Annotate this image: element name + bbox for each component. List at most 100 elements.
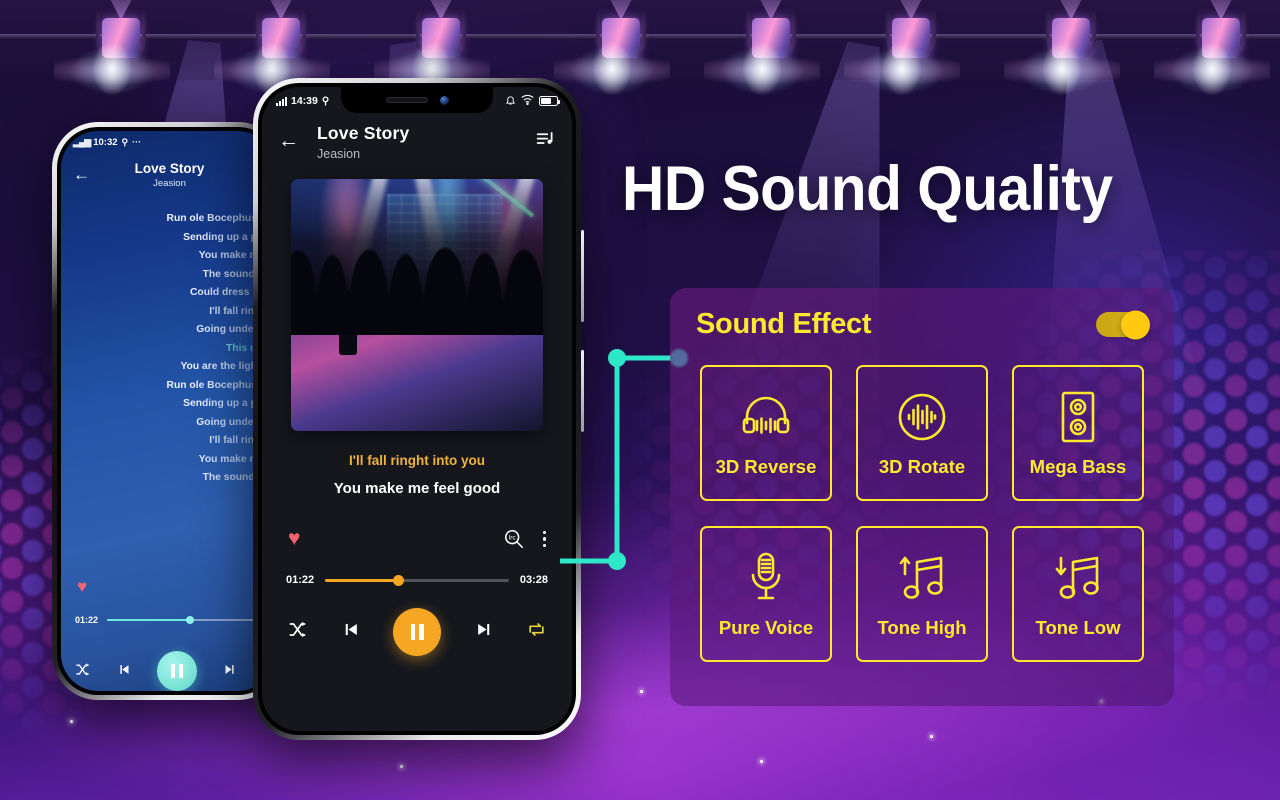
- sound-effect-panel: Sound Effect 3D Reverse 3D Rotate Mega Bas…: [670, 288, 1174, 706]
- sound-effect-label: 3D Rotate: [878, 456, 966, 477]
- secondary-progress[interactable]: 01:22: [75, 615, 275, 625]
- pause-icon[interactable]: [157, 651, 197, 691]
- elapsed-time: 01:22: [286, 574, 315, 586]
- connector-dot: [608, 349, 626, 367]
- shuffle-icon[interactable]: [75, 662, 90, 681]
- sound-effect-header: Sound Effect: [670, 288, 1174, 341]
- signal-bars-icon: [276, 96, 287, 106]
- music-note-down-icon: [1052, 549, 1104, 607]
- sound-effect-mega-bass[interactable]: Mega Bass: [1012, 365, 1144, 501]
- status-time: 14:39: [291, 95, 318, 107]
- progress-slider[interactable]: [325, 574, 509, 586]
- bell-icon: [505, 94, 516, 109]
- primary-progress[interactable]: 01:22 03:28: [262, 574, 572, 586]
- more-dots-icon: ···: [132, 137, 142, 147]
- heart-icon[interactable]: ♥: [77, 577, 87, 597]
- total-time: 03:28: [519, 574, 548, 586]
- sound-effect-toggle[interactable]: [1096, 310, 1150, 339]
- sound-effect-3d-reverse[interactable]: 3D Reverse: [700, 365, 832, 501]
- lyric-line: You make me feel good: [198, 250, 275, 261]
- lyric-line: Sending up a prayer to the: [183, 231, 275, 243]
- spotlight: [844, 0, 960, 122]
- spotlight: [1004, 0, 1120, 122]
- secondary-phone-screen: ▂▄▆ 10:32 ⚲ ··· ← Love Story Jeasion Run…: [61, 131, 275, 691]
- lyric-line: Could dress me up so go: [189, 287, 275, 298]
- lyrics-display[interactable]: I'll fall ringht into you You make me fe…: [262, 431, 572, 497]
- lyric-line: Going under cast a spel: [196, 416, 275, 428]
- lyric-line: Going under cast a spel: [196, 324, 275, 335]
- sound-effect-pure-voice[interactable]: Pure Voice: [700, 526, 832, 662]
- sound-effect-label: Mega Bass: [1029, 456, 1127, 477]
- song-artist: Jeasion: [317, 147, 361, 161]
- connector-dot: [608, 552, 626, 570]
- battery-icon: [539, 96, 560, 106]
- next-track-icon[interactable]: [475, 620, 494, 645]
- more-vertical-icon[interactable]: [542, 530, 546, 548]
- action-row: ♥ lrc: [262, 527, 572, 551]
- sparkle: [930, 735, 933, 738]
- headphones-waveform-icon: [738, 388, 794, 446]
- previous-track-icon[interactable]: [116, 662, 131, 681]
- shuffle-icon[interactable]: [288, 620, 307, 645]
- secondary-controls[interactable]: [61, 651, 275, 691]
- lyric-line: Run ole Bocephus through a j: [166, 213, 275, 224]
- progress-slider[interactable]: [107, 616, 275, 624]
- sparkle: [640, 690, 643, 693]
- lyric-line: I'll fall ringht into you: [209, 305, 275, 317]
- sound-effect-tone-low[interactable]: Tone Low: [1012, 526, 1144, 662]
- sound-effect-tone-high[interactable]: Tone High: [856, 526, 988, 662]
- sparkle: [70, 720, 73, 723]
- repeat-icon[interactable]: [527, 620, 546, 645]
- lyric-line: Run ole Bocephus through a j: [166, 379, 275, 391]
- lyric-line: The sound of my heart: [202, 268, 275, 280]
- primary-phone-mockup: 14:39 ⚲ ← Love Story Jeasion I'll fall r…: [253, 78, 584, 740]
- lyric-previous: I'll fall ringht into you: [349, 453, 485, 468]
- spotlight: [1154, 0, 1270, 122]
- usb-icon: ⚲: [321, 95, 330, 107]
- sound-effect-title: Sound Effect: [696, 308, 872, 340]
- back-arrow-icon[interactable]: ←: [278, 130, 299, 151]
- primary-controls[interactable]: [262, 608, 572, 656]
- art-crowd: [291, 179, 543, 336]
- wifi-icon: [521, 94, 534, 108]
- spotlight: [704, 0, 820, 122]
- album-art-container: [262, 161, 572, 431]
- lyric-line: You are the light and I will f: [180, 361, 275, 372]
- sound-effect-3d-rotate[interactable]: 3D Rotate: [856, 365, 988, 501]
- sound-effect-label: Tone High: [877, 617, 967, 638]
- secondary-header: ← Love Story Jeasion: [61, 153, 275, 189]
- pause-icon[interactable]: [393, 608, 441, 656]
- volume-button[interactable]: [581, 230, 584, 322]
- spotlight: [214, 0, 330, 122]
- sound-effect-label: Pure Voice: [718, 617, 814, 638]
- status-time: 10:32: [93, 136, 118, 148]
- heart-icon[interactable]: ♥: [288, 527, 300, 551]
- secondary-phone-mockup: ▂▄▆ 10:32 ⚲ ··· ← Love Story Jeasion Run…: [52, 122, 284, 700]
- elapsed-time: 01:22: [75, 615, 99, 625]
- location-icon: ⚲: [121, 136, 129, 147]
- circle-waveform-icon: [896, 388, 948, 446]
- sparkle: [400, 765, 403, 768]
- lyric-line: You make me feel good: [198, 453, 275, 465]
- lyrics-list[interactable]: Run ole Bocephus through a j Sending up a…: [61, 213, 275, 483]
- secondary-status-bar: ▂▄▆ 10:32 ⚲ ···: [61, 131, 275, 153]
- sparkle: [760, 760, 763, 763]
- next-track-icon[interactable]: [223, 662, 238, 681]
- sound-effect-label: Tone Low: [1035, 617, 1121, 638]
- album-art[interactable]: [291, 179, 543, 431]
- sound-effect-label: 3D Reverse: [715, 456, 817, 477]
- lyric-line: Sending up a prayer to the: [183, 398, 275, 409]
- previous-track-icon[interactable]: [341, 620, 360, 645]
- page-title: HD Sound Quality: [622, 154, 1113, 224]
- primary-header: ← Love Story Jeasion: [262, 115, 572, 161]
- lyric-current: You make me feel good: [333, 480, 501, 497]
- song-title: Love Story: [317, 123, 410, 143]
- song-artist: Jeasion: [153, 178, 186, 189]
- sound-effect-grid: 3D Reverse 3D Rotate Mega Bass Pure Voice To…: [670, 341, 1174, 662]
- lyric-line: I'll fall ringht into you: [209, 435, 275, 446]
- lyric-line: The sound of my heart: [202, 472, 275, 483]
- primary-status-bar: 14:39 ⚲: [262, 87, 572, 115]
- playlist-icon[interactable]: [535, 129, 556, 155]
- signal-bars-icon: ▂▄▆: [73, 136, 91, 147]
- lrc-search-icon[interactable]: lrc: [503, 528, 525, 550]
